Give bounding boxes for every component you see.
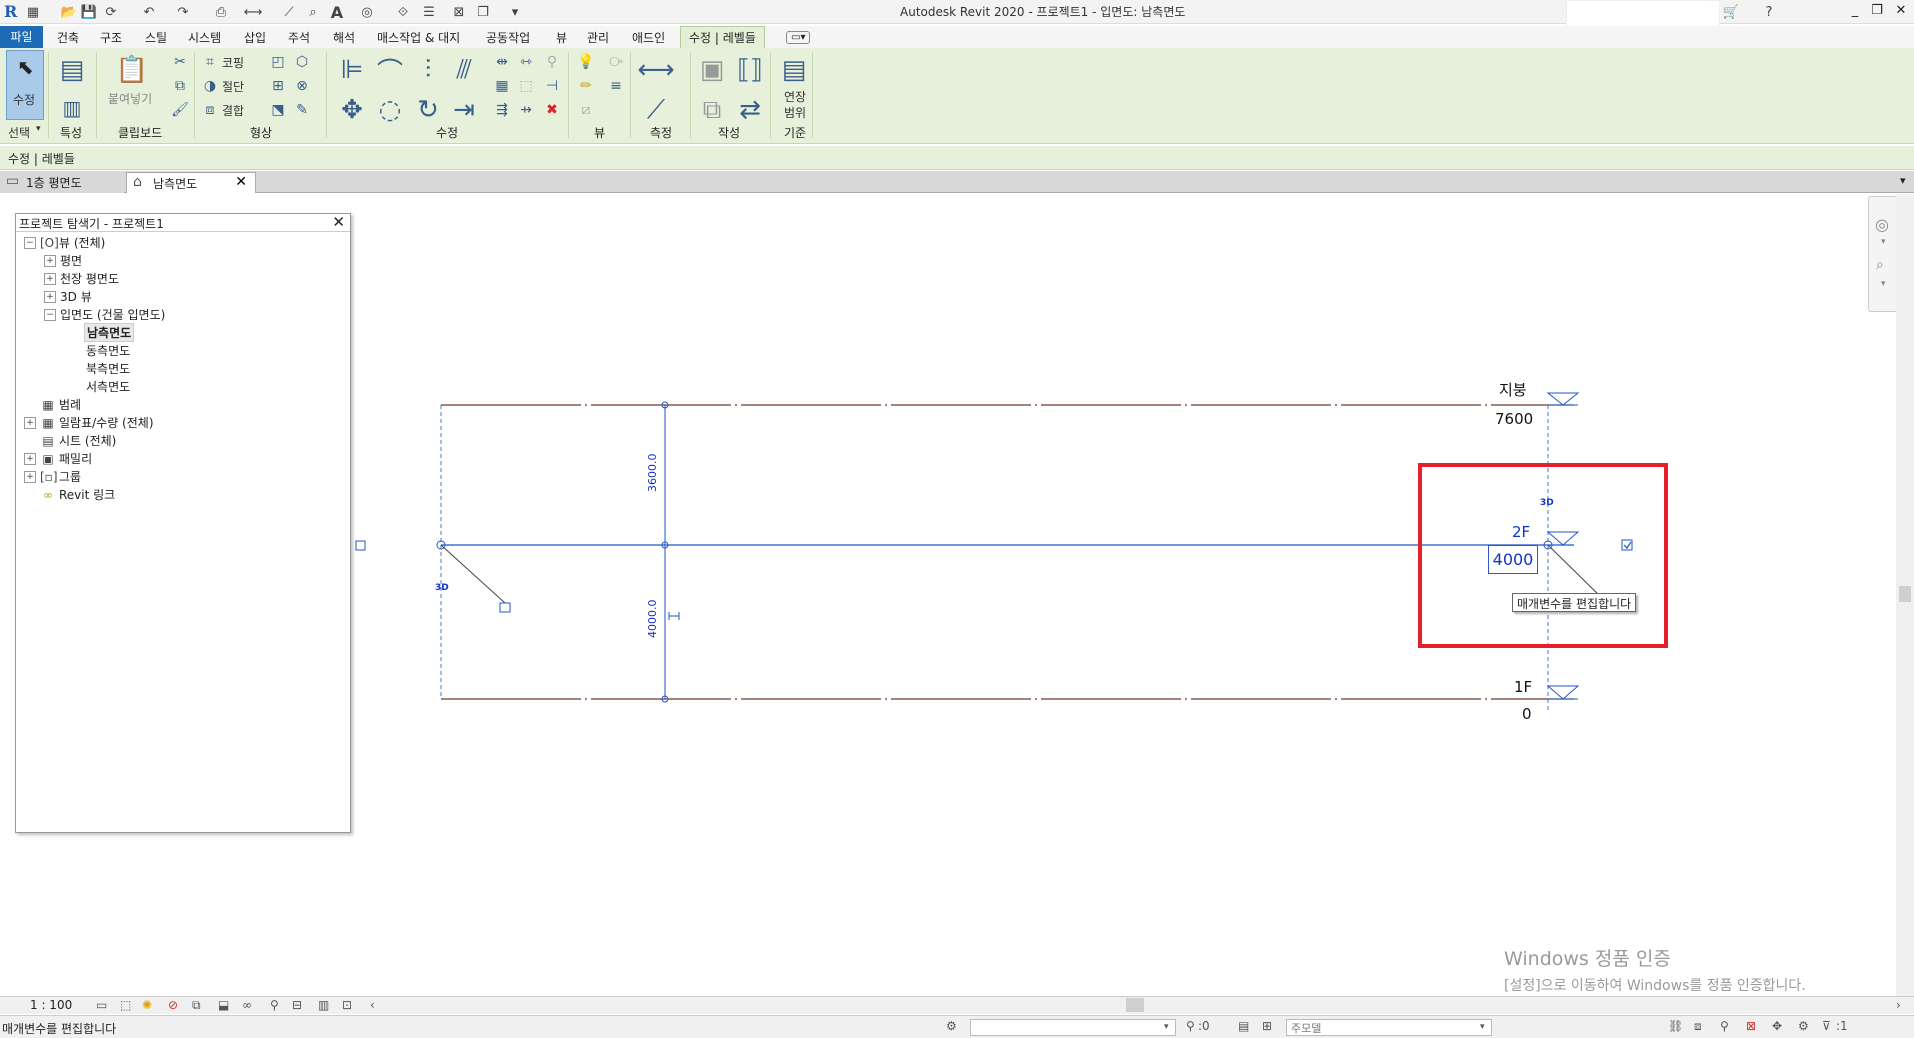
- collapse-icon[interactable]: −: [44, 308, 56, 321]
- status-bar: 매개변수를 편집합니다 ⚙ ▾ ⚲ :0 ▤ ⊞ 주모델 ▾ ⛓ ⧈ ⚲ ⊠ ✥…: [0, 1015, 1914, 1038]
- chevron-down-icon[interactable]: ▾: [1164, 1022, 1169, 1032]
- chevron-down-icon[interactable]: ▾: [1881, 279, 1886, 289]
- tree-item-north-elevation[interactable]: 북측면도: [86, 360, 130, 377]
- zoom-icon[interactable]: ⌕: [1876, 257, 1884, 273]
- close-browser-icon[interactable]: ✕: [332, 213, 345, 231]
- tree-item-south-elevation[interactable]: 남측면도: [84, 323, 135, 342]
- horizontal-scroll-thumb[interactable]: [1126, 998, 1144, 1012]
- expand-icon[interactable]: +: [44, 290, 56, 303]
- drag-handle-left: [355, 540, 366, 551]
- level-elevation-1f[interactable]: 0: [1522, 705, 1532, 723]
- dimension-upper[interactable]: 3600.0: [646, 454, 659, 493]
- level-name-1f[interactable]: 1F: [1514, 678, 1532, 696]
- select-links-icon[interactable]: ⛓: [1668, 1019, 1683, 1033]
- selection-filter-icon[interactable]: ⚲: [1186, 1019, 1195, 1033]
- leader-left: [440, 544, 506, 604]
- expand-icon[interactable]: +: [44, 272, 56, 285]
- level-name-roof[interactable]: 지붕: [1499, 379, 1527, 400]
- project-browser-title: 프로젝트 탐색기 - 프로젝트1: [19, 217, 164, 231]
- scroll-left-icon[interactable]: ‹: [370, 998, 375, 1012]
- editable-only-icon[interactable]: ▤: [1238, 1019, 1249, 1033]
- expand-icon[interactable]: +: [44, 254, 56, 267]
- schedule-icon: ▦: [42, 415, 54, 430]
- model-select[interactable]: 주모델: [1286, 1019, 1492, 1036]
- tree-item-legends[interactable]: ▦ 범례: [40, 396, 81, 413]
- tree-item-elevations[interactable]: − 입면도 (건물 입면도): [44, 306, 165, 323]
- tree-item-3d-views[interactable]: +3D 뷰: [44, 288, 92, 305]
- select-underlay-icon[interactable]: ⧈: [1694, 1019, 1702, 1034]
- view-scale[interactable]: 1 : 100: [30, 998, 72, 1012]
- expand-icon[interactable]: +: [24, 452, 36, 465]
- level-elevation-roof[interactable]: 7600: [1495, 410, 1533, 428]
- temp-hide-icon[interactable]: ∞: [242, 998, 252, 1012]
- analytical-model-icon[interactable]: ▥: [318, 998, 329, 1012]
- filter-count: :1: [1836, 1019, 1848, 1033]
- tree-item-plans[interactable]: + 평면: [44, 252, 82, 269]
- tree-item-east-elevation[interactable]: 동측면도: [86, 342, 130, 359]
- temp-view-props-icon[interactable]: ⊟: [292, 998, 302, 1012]
- sun-path-icon[interactable]: ✺: [142, 998, 152, 1012]
- visual-style-icon[interactable]: ⬚: [120, 998, 131, 1012]
- watermark-line-2: [설정]으로 이동하여 Windows를 정품 인증합니다.: [1504, 978, 1806, 994]
- navigation-bar: ◎ ▾ ⌕ ▾: [1868, 196, 1898, 312]
- worksets-icon[interactable]: ⚙: [946, 1019, 957, 1033]
- tree-item-groups[interactable]: + [▫] 그룹: [24, 468, 81, 485]
- level-head-1f: [1546, 685, 1580, 700]
- design-options-icon[interactable]: ⊞: [1262, 1019, 1272, 1033]
- tree-item-sheets[interactable]: ▤ 시트 (전체): [40, 432, 116, 449]
- sheet-icon: ▤: [42, 433, 54, 448]
- shadows-icon[interactable]: ⊘: [168, 998, 178, 1012]
- level-head-roof: [1546, 392, 1580, 406]
- highlight-annotation-box: [1418, 463, 1668, 648]
- scroll-right-icon[interactable]: ›: [1896, 998, 1901, 1012]
- detail-level-icon[interactable]: ▭: [96, 998, 107, 1012]
- dimension-lower[interactable]: 4000.0: [646, 600, 659, 639]
- steering-wheel-icon[interactable]: ◎: [1875, 215, 1889, 234]
- chevron-down-icon[interactable]: ▾: [1480, 1022, 1485, 1032]
- reveal-hidden-icon[interactable]: ⚲: [270, 998, 279, 1012]
- view-control-bar: 1 : 100 ▭ ⬚ ✺ ⊘ ⧉ ⬓ ∞ ⚲ ⊟ ▥ ⊡ ‹ ›: [0, 996, 1914, 1014]
- legend-icon: ▦: [42, 397, 54, 412]
- crop-view-icon[interactable]: ⧉: [192, 998, 201, 1013]
- constraints-icon[interactable]: ⊡: [342, 998, 352, 1012]
- views-icon: [O]: [40, 235, 59, 250]
- 3d-tag-left[interactable]: 3D: [435, 583, 449, 593]
- show-crop-icon[interactable]: ⬓: [218, 998, 229, 1012]
- expand-icon[interactable]: +: [24, 416, 36, 429]
- select-by-face-icon[interactable]: ⊠: [1746, 1019, 1756, 1033]
- background-process-icon[interactable]: ⚙: [1798, 1019, 1809, 1033]
- expand-icon[interactable]: +: [24, 470, 36, 483]
- vertical-scrollbar[interactable]: [1896, 194, 1914, 998]
- status-message: 매개변수를 편집합니다: [2, 1022, 117, 1036]
- tree-item-west-elevation[interactable]: 서측면도: [86, 378, 130, 395]
- chevron-down-icon[interactable]: ▾: [1881, 237, 1886, 247]
- watermark-line-1: Windows 정품 인증: [1504, 948, 1671, 970]
- scroll-thumb[interactable]: [1899, 586, 1911, 602]
- project-browser-header: 프로젝트 탐색기 - 프로젝트1 ✕: [16, 213, 350, 232]
- tree-item-ceiling-plans[interactable]: + 천장 평면도: [44, 270, 119, 287]
- collapse-icon[interactable]: −: [24, 236, 36, 249]
- family-icon: ▣: [42, 451, 54, 466]
- selection-count: :0: [1198, 1019, 1210, 1033]
- group-icon: [▫]: [40, 469, 58, 484]
- tree-item-families[interactable]: + ▣ 패밀리: [24, 450, 92, 467]
- tree-item-schedules[interactable]: + ▦ 일람표/수량 (전체): [24, 414, 154, 431]
- filter-icon[interactable]: ⊽: [1822, 1019, 1831, 1033]
- select-pinned-icon[interactable]: ⚲: [1720, 1019, 1729, 1033]
- project-browser: 프로젝트 탐색기 - 프로젝트1 ✕ − [O] 뷰 (전체) + 평면 + 천장 평면…: [15, 213, 351, 833]
- link-icon: ∞: [43, 487, 53, 502]
- tree-item-views[interactable]: − [O] 뷰 (전체): [24, 234, 105, 251]
- workset-select[interactable]: [970, 1019, 1176, 1036]
- lock-icon: [499, 602, 511, 613]
- tree-item-revit-links[interactable]: ∞ Revit 링크: [40, 486, 115, 503]
- windows-activation-watermark: Windows 정품 인증 [설정]으로 이동하여 Windows를 정품 인증…: [1504, 944, 1806, 995]
- drag-on-selection-icon[interactable]: ✥: [1772, 1019, 1782, 1033]
